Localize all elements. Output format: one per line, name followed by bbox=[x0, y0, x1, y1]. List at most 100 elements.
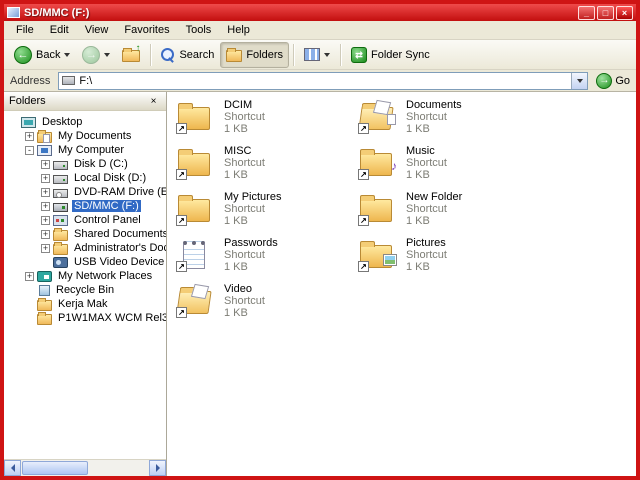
tree-item-label[interactable]: My Documents bbox=[56, 130, 133, 142]
tree-expander[interactable]: + bbox=[41, 174, 50, 183]
folders-button[interactable]: Folders bbox=[220, 42, 289, 68]
tree-item-recycle-bin[interactable]: Recycle Bin bbox=[4, 283, 166, 297]
menu-view[interactable]: View bbox=[77, 22, 117, 38]
tree-item-desktop[interactable]: Desktop bbox=[4, 115, 166, 129]
tree-item-administrators-documents[interactable]: + Administrator's Documents bbox=[4, 241, 166, 255]
horizontal-scrollbar[interactable] bbox=[4, 459, 166, 476]
folder-sync-button[interactable]: ⇄ Folder Sync bbox=[345, 42, 436, 68]
tree-item-my-network-places[interactable]: + My Network Places bbox=[4, 269, 166, 283]
tree-item-label[interactable]: DVD-RAM Drive (E:) bbox=[72, 186, 166, 198]
tree-expander[interactable]: + bbox=[41, 202, 50, 211]
folder-music-shortcut-icon: ♪ ↗ bbox=[359, 147, 397, 179]
tree-expander[interactable]: + bbox=[41, 160, 50, 169]
tree-item-my-documents[interactable]: + My Documents bbox=[4, 129, 166, 143]
views-dropdown-icon[interactable] bbox=[324, 53, 330, 57]
go-button[interactable]: → Go bbox=[593, 73, 633, 89]
tree-expander[interactable]: - bbox=[25, 146, 34, 155]
scroll-right-button[interactable] bbox=[149, 460, 166, 476]
tree-expander[interactable]: + bbox=[25, 272, 34, 281]
shortcut-arrow-icon: ↗ bbox=[176, 261, 187, 272]
tree-item-label[interactable]: P1W1MAX WCM Rel3.1.15 W... bbox=[56, 312, 166, 324]
tree-expander[interactable]: + bbox=[25, 132, 34, 141]
tree-item-label[interactable]: My Network Places bbox=[56, 270, 154, 282]
file-item-documents[interactable]: ↗ Documents Shortcut 1 KB bbox=[359, 100, 531, 134]
tree-item-local-disk-d[interactable]: + Local Disk (D:) bbox=[4, 171, 166, 185]
file-item-dcim[interactable]: ↗ DCIM Shortcut 1 KB bbox=[177, 100, 349, 134]
folders-pane-close-icon[interactable]: × bbox=[146, 94, 161, 108]
tree-item-kerja-mak[interactable]: Kerja Mak bbox=[4, 297, 166, 311]
file-name[interactable]: Passwords bbox=[224, 237, 278, 249]
menu-help[interactable]: Help bbox=[219, 22, 258, 38]
file-text: DCIM Shortcut 1 KB bbox=[224, 99, 265, 135]
file-name[interactable]: Music bbox=[406, 145, 447, 157]
file-item-video[interactable]: ↗ Video Shortcut 1 KB bbox=[177, 284, 349, 318]
scrollbar-thumb[interactable] bbox=[22, 461, 88, 475]
tree-item-my-computer[interactable]: - My Computer bbox=[4, 143, 166, 157]
tree-item-label[interactable]: USB Video Device bbox=[72, 256, 166, 268]
file-type: Shortcut bbox=[406, 157, 447, 169]
tree-item-label[interactable]: Administrator's Documents bbox=[72, 242, 166, 254]
address-dropdown-button[interactable] bbox=[571, 73, 587, 89]
file-name[interactable]: Pictures bbox=[406, 237, 447, 249]
file-type: Shortcut bbox=[224, 295, 265, 307]
tree-item-label-selected[interactable]: SD/MMC (F:) bbox=[72, 200, 141, 212]
menu-edit[interactable]: Edit bbox=[42, 22, 77, 38]
file-name[interactable]: New Folder bbox=[406, 191, 462, 203]
menu-favorites[interactable]: Favorites bbox=[116, 22, 177, 38]
tree-item-label[interactable]: My Computer bbox=[56, 144, 126, 156]
forward-dropdown-icon[interactable] bbox=[104, 53, 110, 57]
views-button[interactable] bbox=[298, 42, 336, 68]
file-name[interactable]: MISC bbox=[224, 145, 265, 157]
file-list: ↗ DCIM Shortcut 1 KB ↗ MISC Sh bbox=[167, 92, 636, 476]
tree-item-label[interactable]: Shared Documents bbox=[72, 228, 166, 240]
search-button[interactable]: Search bbox=[155, 42, 220, 68]
scroll-left-button[interactable] bbox=[4, 460, 21, 476]
file-name[interactable]: My Pictures bbox=[224, 191, 281, 203]
menu-file[interactable]: File bbox=[8, 22, 42, 38]
camera-icon bbox=[53, 257, 68, 268]
file-item-misc[interactable]: ↗ MISC Shortcut 1 KB bbox=[177, 146, 349, 180]
file-item-new-folder[interactable]: ↗ New Folder Shortcut 1 KB bbox=[359, 192, 531, 226]
file-size: 1 KB bbox=[406, 215, 462, 227]
tree-item-dvd-ram-e[interactable]: + DVD-RAM Drive (E:) bbox=[4, 185, 166, 199]
tree-item-usb-video-device[interactable]: USB Video Device bbox=[4, 255, 166, 269]
tree-item-disk-c[interactable]: + Disk D (C:) bbox=[4, 157, 166, 171]
tree-expander[interactable]: + bbox=[41, 230, 50, 239]
toolbar-separator bbox=[150, 44, 151, 66]
tree-expander[interactable]: + bbox=[41, 188, 50, 197]
file-name[interactable]: Video bbox=[224, 283, 265, 295]
tree-item-label[interactable]: Desktop bbox=[40, 116, 84, 128]
up-button[interactable]: ↑ bbox=[116, 42, 146, 68]
file-item-my-pictures[interactable]: ↗ My Pictures Shortcut 1 KB bbox=[177, 192, 349, 226]
tree-item-p1w1max[interactable]: P1W1MAX WCM Rel3.1.15 W... bbox=[4, 311, 166, 325]
file-item-passwords[interactable]: ↗ Passwords Shortcut 1 KB bbox=[177, 238, 349, 272]
folders-label: Folders bbox=[246, 49, 283, 61]
file-name[interactable]: DCIM bbox=[224, 99, 265, 111]
tree-item-label[interactable]: Kerja Mak bbox=[56, 298, 110, 310]
file-type: Shortcut bbox=[406, 111, 462, 123]
back-dropdown-icon[interactable] bbox=[64, 53, 70, 57]
tree-item-label[interactable]: Control Panel bbox=[72, 214, 143, 226]
address-bar: Address → Go bbox=[4, 70, 636, 92]
tree-item-label[interactable]: Local Disk (D:) bbox=[72, 172, 148, 184]
maximize-button-icon[interactable]: □ bbox=[597, 6, 614, 20]
tree-expander[interactable]: + bbox=[41, 216, 50, 225]
tree-item-control-panel[interactable]: + Control Panel bbox=[4, 213, 166, 227]
folder-icon bbox=[53, 244, 68, 255]
close-button-icon[interactable]: × bbox=[616, 6, 633, 20]
file-item-music[interactable]: ♪ ↗ Music Shortcut 1 KB bbox=[359, 146, 531, 180]
tree-item-shared-documents[interactable]: + Shared Documents bbox=[4, 227, 166, 241]
back-button[interactable]: ← Back bbox=[8, 42, 76, 68]
minimize-button-icon[interactable]: _ bbox=[578, 6, 595, 20]
tree-expander[interactable]: + bbox=[41, 244, 50, 253]
folder-sync-icon: ⇄ bbox=[351, 47, 367, 63]
tree-item-label[interactable]: Recycle Bin bbox=[54, 284, 116, 296]
tree-item-label[interactable]: Disk D (C:) bbox=[72, 158, 130, 170]
file-item-pictures[interactable]: ↗ Pictures Shortcut 1 KB bbox=[359, 238, 531, 272]
menu-tools[interactable]: Tools bbox=[178, 22, 220, 38]
file-size: 1 KB bbox=[406, 261, 447, 273]
tree-item-sdmmc-f[interactable]: + SD/MMC (F:) bbox=[4, 199, 166, 213]
address-input[interactable] bbox=[79, 74, 567, 88]
forward-button[interactable]: → bbox=[76, 42, 116, 68]
file-name[interactable]: Documents bbox=[406, 99, 462, 111]
